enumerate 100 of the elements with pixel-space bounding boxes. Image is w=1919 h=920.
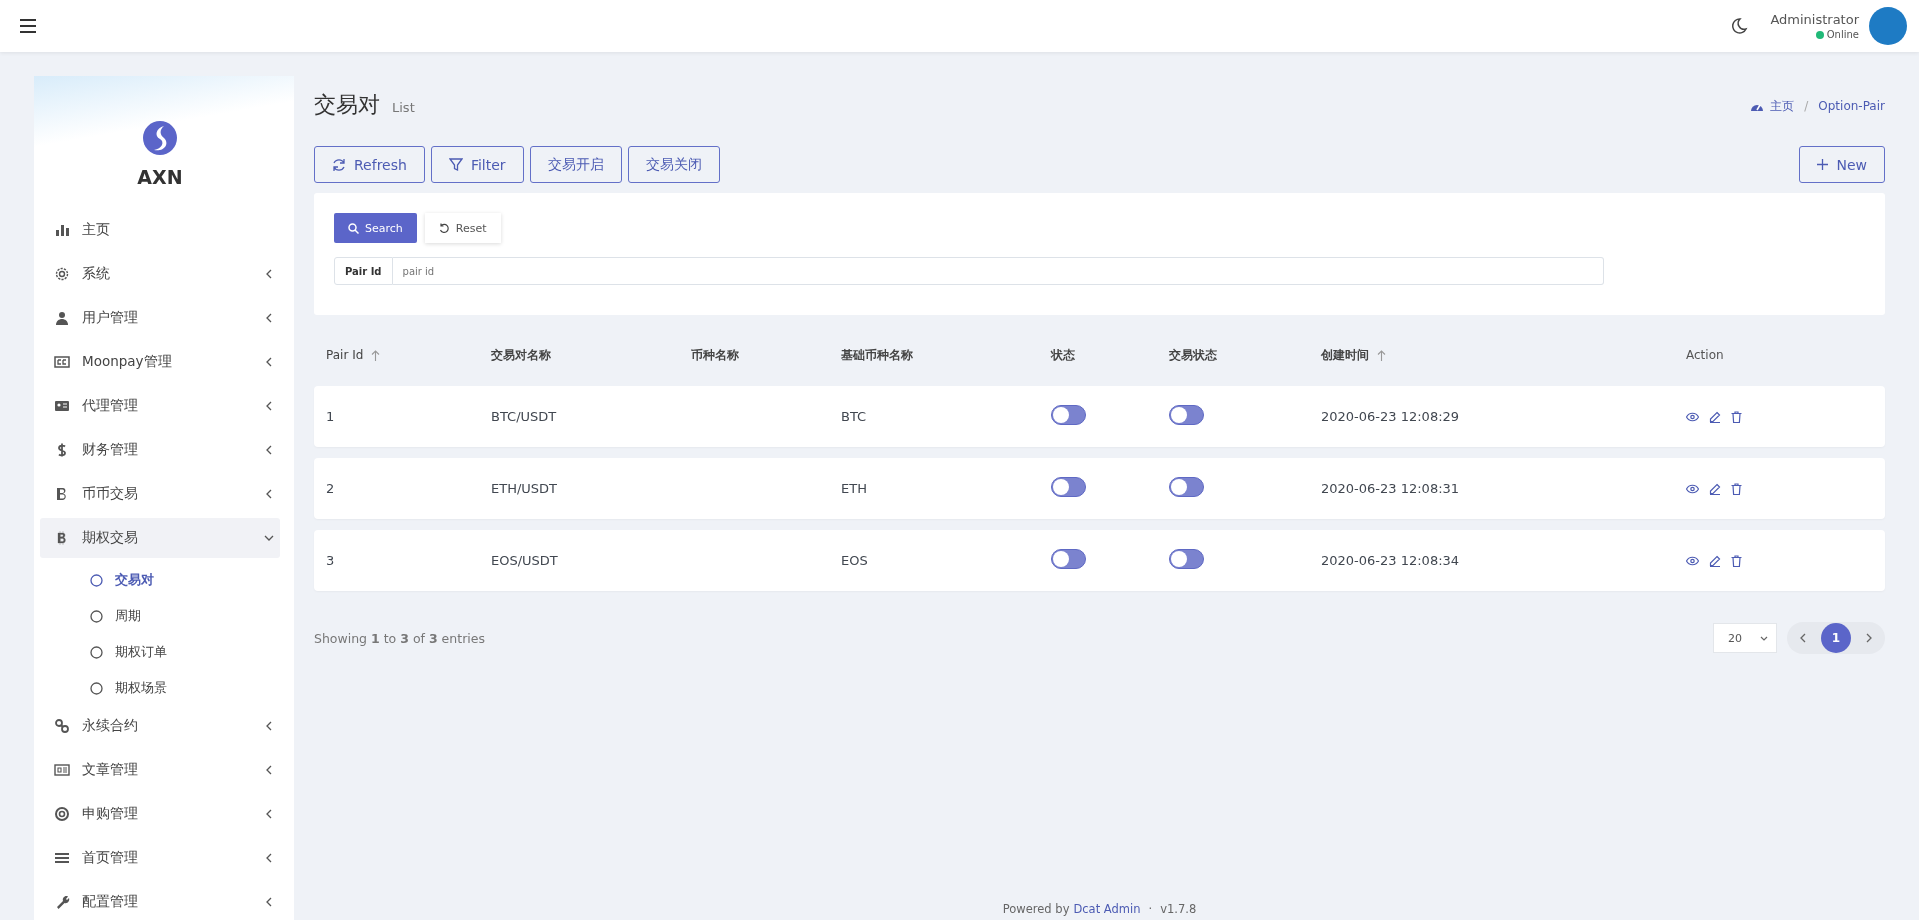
chevron-left-icon: [264, 853, 274, 863]
table-cell-text: 1: [326, 409, 336, 424]
table-cell-text: BTC: [841, 409, 868, 424]
table-cell-text: 2020-06-23 12:08:31: [1321, 481, 1461, 496]
column-header[interactable]: Pair Id: [326, 348, 491, 362]
nav-item[interactable]: 首页管理: [40, 838, 280, 878]
column-header: 状态: [1051, 346, 1076, 364]
trash-icon[interactable]: [1731, 482, 1742, 495]
submenu-item[interactable]: 期权订单: [40, 634, 280, 670]
brand-name: AXN: [137, 166, 183, 188]
menu-icon[interactable]: [20, 19, 36, 33]
column-header[interactable]: 创建时间: [1321, 346, 1686, 364]
nav-item[interactable]: 系统: [40, 254, 280, 294]
wrench-icon: [54, 894, 70, 910]
chevron-left-icon: [264, 489, 274, 499]
toolbar-button[interactable]: Refresh: [314, 146, 425, 183]
user-status: Online: [1815, 29, 1859, 40]
nav-item[interactable]: 财务管理: [40, 430, 280, 470]
footer-separator: ·: [1148, 902, 1153, 916]
submenu-item[interactable]: 交易对: [40, 562, 280, 598]
edit-icon[interactable]: [1709, 410, 1721, 423]
table-cell-text: ETH: [841, 481, 868, 496]
submenu-item[interactable]: 期权场景: [40, 670, 280, 706]
page-subtitle: List: [392, 100, 415, 115]
undo-icon: [438, 222, 450, 234]
version-text: v1.7.8: [1160, 902, 1197, 916]
status-toggle[interactable]: [1051, 477, 1086, 497]
chevron-left-icon: [264, 897, 274, 907]
filter-icon: [448, 157, 463, 172]
per-page-select[interactable]: 20: [1713, 623, 1777, 653]
circle-icon: [90, 681, 103, 695]
table-cell-text: 3: [326, 553, 336, 568]
reset-button[interactable]: Reset: [424, 213, 501, 243]
nav-item[interactable]: 代理管理: [40, 386, 280, 426]
column-header: 币种名称: [691, 346, 740, 364]
column-header: 基础币种名称: [841, 346, 914, 364]
status-toggle[interactable]: [1051, 549, 1086, 569]
nav-item[interactable]: 配置管理: [40, 882, 280, 920]
view-icon[interactable]: [1686, 483, 1699, 494]
view-icon[interactable]: [1686, 555, 1699, 566]
caret-icon: [1760, 635, 1768, 641]
footer-text: Powered by: [1002, 902, 1070, 916]
page-button[interactable]: 1: [1821, 623, 1851, 653]
column-header: 交易状态: [1169, 346, 1218, 364]
toolbar-button[interactable]: 交易开启: [529, 146, 622, 183]
sort-arrow-icon[interactable]: [1377, 349, 1386, 361]
nav-item[interactable]: 申购管理: [40, 794, 280, 834]
nav-item[interactable]: Moonpay管理: [40, 342, 280, 382]
toolbar-button[interactable]: 交易关闭: [627, 146, 720, 183]
trash-icon[interactable]: [1731, 554, 1742, 567]
chevron-left-icon: [264, 445, 274, 455]
cc-icon: [54, 354, 70, 370]
entries-summary: Showing 1 to 3 of 3 entries: [314, 630, 485, 646]
view-icon[interactable]: [1686, 411, 1699, 422]
link-icon: [54, 718, 70, 734]
sort-arrow-icon[interactable]: [371, 349, 381, 361]
bar-chart-icon: [54, 222, 70, 238]
table-cell-text: BTC/USDT: [491, 409, 558, 424]
chevron-left-icon: [264, 809, 274, 819]
chevron-left-icon: [264, 269, 274, 279]
nav-item[interactable]: 主页: [40, 210, 280, 250]
submenu-item[interactable]: 周期: [40, 598, 280, 634]
trade-toggle[interactable]: [1169, 477, 1204, 497]
nav-item[interactable]: 文章管理: [40, 750, 280, 790]
breadcrumb-separator: /: [1804, 99, 1809, 113]
chevron-left-icon: [264, 401, 274, 411]
nav-item[interactable]: 币币交易: [40, 474, 280, 514]
id-card-icon: [54, 398, 70, 414]
circle-icon: [90, 573, 103, 587]
toolbar-button[interactable]: Filter: [430, 146, 524, 183]
newspaper-icon: [54, 762, 70, 778]
new-button[interactable]: New: [1799, 146, 1885, 183]
next-page-icon[interactable]: [1865, 633, 1873, 643]
trade-toggle[interactable]: [1169, 549, 1204, 569]
previous-page-icon[interactable]: [1799, 633, 1807, 643]
plus-icon: [1817, 159, 1829, 170]
status-toggle[interactable]: [1051, 405, 1086, 425]
breadcrumb-link[interactable]: 主页: [1770, 97, 1795, 115]
search-icon: [348, 222, 359, 234]
table-cell-text: EOS/USDT: [491, 553, 559, 568]
edit-icon[interactable]: [1709, 554, 1721, 567]
nav-item[interactable]: 用户管理: [40, 298, 280, 338]
edit-icon[interactable]: [1709, 482, 1721, 495]
settings-icon: [54, 266, 70, 282]
pair-id-input[interactable]: pair id: [392, 257, 1604, 285]
status-dot: [1815, 30, 1824, 39]
column-header: 交易对名称: [491, 346, 552, 364]
nav-item[interactable]: 期权交易: [40, 518, 280, 558]
trade-toggle[interactable]: [1169, 405, 1204, 425]
list-icon: [54, 850, 70, 866]
avatar[interactable]: [1869, 7, 1907, 45]
trash-icon[interactable]: [1731, 410, 1742, 423]
nav-item[interactable]: 永续合约: [40, 706, 280, 746]
search-button[interactable]: Search: [334, 213, 417, 243]
circle-icon: [90, 609, 103, 623]
footer-link[interactable]: Dcat Admin: [1073, 902, 1141, 916]
logo-icon: [142, 120, 178, 156]
breadcrumb-link[interactable]: Option-Pair: [1818, 99, 1885, 113]
table-cell-text: EOS: [841, 553, 869, 568]
moon-icon[interactable]: [1730, 17, 1749, 35]
